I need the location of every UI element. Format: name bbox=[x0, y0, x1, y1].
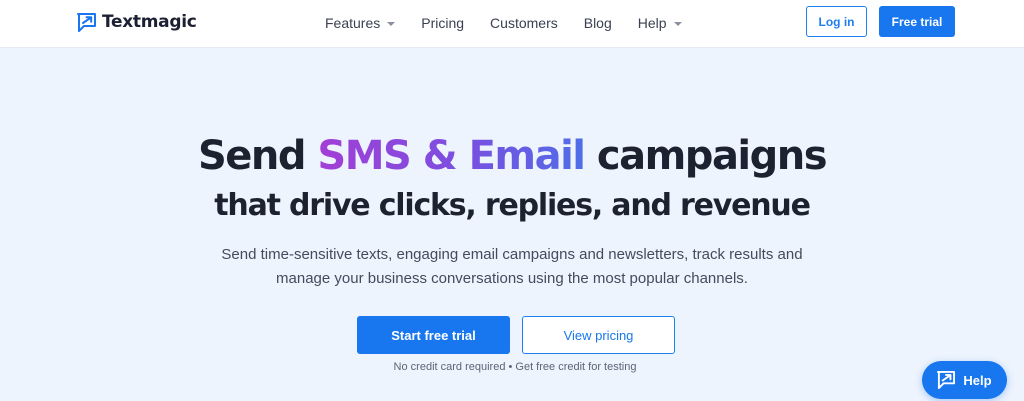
hero-description-line-1: Send time-sensitive texts, engaging emai… bbox=[221, 246, 803, 263]
view-pricing-button[interactable]: View pricing bbox=[522, 316, 675, 354]
brand-name: Textmagic bbox=[102, 12, 197, 32]
login-button[interactable]: Log in bbox=[806, 6, 867, 37]
nav-item-pricing[interactable]: Pricing bbox=[421, 15, 464, 31]
nav-item-label: Features bbox=[325, 15, 381, 31]
hero-title-prefix: Send bbox=[197, 133, 318, 179]
hero-title-suffix: campaigns bbox=[584, 133, 828, 179]
brand-logo[interactable]: Textmagic bbox=[77, 9, 197, 35]
main-nav: Features Pricing Customers Blog Help bbox=[325, 13, 708, 33]
nav-item-label: Blog bbox=[583, 15, 612, 31]
hero-description-line-2: manage your business conversations using… bbox=[276, 270, 748, 287]
hero-subtitle: that drive clicks, replies, and revenue bbox=[214, 188, 811, 223]
nav-item-label: Help bbox=[637, 15, 667, 31]
hero-title: Send SMS & Email campaigns bbox=[0, 132, 1024, 180]
top-navigation-bar: Textmagic Features Pricing Customers Blo… bbox=[0, 0, 1024, 48]
nav-item-features[interactable]: Features bbox=[325, 15, 396, 31]
start-free-trial-button[interactable]: Start free trial bbox=[357, 316, 510, 354]
textmagic-logo-icon bbox=[77, 12, 96, 32]
nav-item-label: Pricing bbox=[421, 15, 465, 31]
nav-item-blog[interactable]: Blog bbox=[584, 15, 612, 31]
hero-title-highlight: SMS & Email bbox=[317, 133, 586, 179]
hero-description: Send time-sensitive texts, engaging emai… bbox=[200, 243, 824, 291]
help-chat-label: Help bbox=[963, 372, 992, 388]
no-credit-card-note: No credit card required • Get free credi… bbox=[393, 361, 637, 373]
nav-item-label: Customers bbox=[490, 15, 558, 31]
help-chat-button[interactable]: Help bbox=[922, 361, 1007, 399]
nav-item-help[interactable]: Help bbox=[638, 15, 682, 31]
chevron-down-icon bbox=[673, 22, 682, 26]
nav-item-customers[interactable]: Customers bbox=[490, 15, 558, 31]
chat-bubble-icon bbox=[937, 371, 956, 389]
chevron-down-icon bbox=[387, 22, 396, 26]
free-trial-button[interactable]: Free trial bbox=[879, 6, 955, 37]
